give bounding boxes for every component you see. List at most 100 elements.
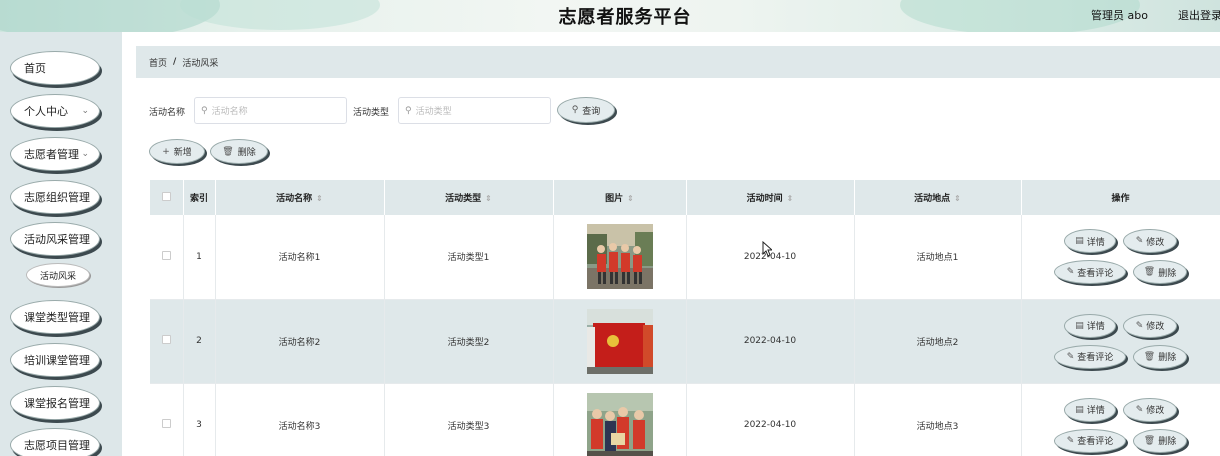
sidebar-item-training-class-management[interactable]: 培训课堂管理 [10,343,100,377]
pencil-icon: ✎ [1066,351,1075,362]
comments-label: 查看评论 [1077,268,1114,279]
row-activity-type: 活动类型1 [384,215,554,300]
sidebar-item-label: 活动风采管理 [24,233,90,246]
sidebar-item-class-type-management[interactable]: 课堂类型管理 [10,300,100,334]
detail-label: 详情 [1086,237,1105,248]
search-icon: ⚲ [405,105,412,116]
row-select-cell [150,215,184,300]
comments-label: 查看评论 [1077,437,1114,447]
row-actions: ▤ 详情 ✎ 修改 ✎ 查看评论 🗑 删除 [1021,215,1220,300]
platform-title: 志愿者服务平台 [558,7,692,28]
sidebar-item-label: 培训课堂管理 [24,354,90,367]
edit-label: 修改 [1146,237,1165,248]
row-checkbox[interactable] [161,250,171,260]
sidebar-item-label: 志愿组织管理 [24,191,90,204]
trash-icon: 🗑 [1143,435,1156,446]
row-index: 1 [183,215,216,300]
row-actions: ▤ 详情 ✎ 修改 ✎ 查看评论 🗑 删除 [1021,299,1220,384]
column-header-image[interactable]: 图片 ⇕ [553,180,687,215]
row-activity-place: 活动地点2 [854,299,1022,384]
admin-user-label: 管理员 abo [1091,9,1148,22]
sidebar-item-volunteer-project-management[interactable]: 志愿项目管理 [10,428,100,456]
add-button-label: 新增 [173,148,192,158]
sidebar-item-label: 课堂类型管理 [24,311,90,324]
column-header-time[interactable]: 活动时间 ⇕ [686,180,855,215]
main-content: 首页 / 活动风采 活动名称 ⚲ 活动名称 活动类型 ⚲ 活动类型 ⚲ 查询 +… [122,32,1220,456]
activity-type-input[interactable]: ⚲ 活动类型 [398,97,551,124]
row-delete-button[interactable]: 🗑 删除 [1133,260,1187,285]
table-row: 2 活动名称2 活动类型2 2022-04-10 活动地点2 ▤ 详情 ✎ 修改… [150,299,1220,384]
sidebar-item-label: 课堂报名管理 [24,397,90,410]
edit-button[interactable]: ✎ 修改 [1123,397,1177,422]
column-header-label: 图片 [605,194,624,204]
breadcrumb-home[interactable]: 首页 [149,56,167,69]
activity-name-input[interactable]: ⚲ 活动名称 [194,97,347,124]
sidebar-item-organization-management[interactable]: 志愿组织管理 [10,180,100,214]
column-header-name[interactable]: 活动名称 ⇕ [215,180,385,215]
activity-photo[interactable] [586,308,653,374]
column-header-label: 活动地点 [914,194,951,204]
pencil-icon: ✎ [1066,267,1075,278]
row-index: 2 [183,299,216,384]
row-activity-place: 活动地点1 [854,215,1022,300]
sort-icon: ⇕ [627,194,634,203]
delete-label: 删除 [1158,268,1177,279]
activity-name-placeholder: 活动名称 [211,107,248,117]
edit-button[interactable]: ✎ 修改 [1123,313,1177,338]
column-header-label: 活动名称 [276,194,313,204]
row-checkbox[interactable] [161,419,171,428]
delete-label: 删除 [1158,353,1177,363]
column-header-place[interactable]: 活动地点 ⇕ [854,180,1022,215]
row-activity-time: 2022-04-10 [686,215,855,300]
pencil-icon: ✎ [1135,236,1144,247]
detail-button[interactable]: ▤ 详情 [1064,229,1116,254]
breadcrumb-current: 活动风采 [182,58,219,69]
row-checkbox[interactable] [161,335,171,344]
detail-button[interactable]: ▤ 详情 [1064,313,1116,338]
select-all-cell [150,180,184,215]
sidebar-subitem-activity-showcase[interactable]: 活动风采 [26,263,90,287]
table-header-row: 索引 活动名称 ⇕ 活动类型 ⇕ 图片 ⇕ 活动时间 ⇕ 活动地点 ⇕ 操作 [150,180,1220,215]
sidebar-item-home[interactable]: 首页 [10,51,100,85]
row-image-cell [553,299,687,384]
row-delete-button[interactable]: 🗑 删除 [1133,428,1187,453]
activity-photo[interactable] [586,224,653,290]
row-activity-name: 活动名称2 [215,299,385,384]
detail-button[interactable]: ▤ 详情 [1064,397,1116,422]
pencil-icon: ✎ [1066,435,1075,446]
sidebar-item-personal-center[interactable]: 个人中心 ⌄ [10,94,100,128]
edit-label: 修改 [1146,322,1165,332]
column-header-type[interactable]: 活动类型 ⇕ [384,180,554,215]
trash-icon: 🗑 [1143,267,1156,278]
plus-icon: + [162,146,170,157]
comments-label: 查看评论 [1077,353,1114,363]
row-delete-button[interactable]: 🗑 删除 [1133,344,1187,369]
sidebar-item-class-registration-management[interactable]: 课堂报名管理 [10,386,100,420]
chevron-down-icon: ⌄ [81,106,89,116]
sidebar: 首页 个人中心 ⌄ 志愿者管理 ⌄ 志愿组织管理 活动风采管理 活动风采 课堂类… [0,32,122,456]
query-button-label: 查询 [582,106,601,117]
row-activity-type: 活动类型2 [384,299,554,384]
breadcrumb-separator: / [173,57,177,67]
activity-table: 索引 活动名称 ⇕ 活动类型 ⇕ 图片 ⇕ 活动时间 ⇕ 活动地点 ⇕ 操作 1 活动名称… [150,180,1220,456]
sort-icon: ⇕ [954,194,961,203]
row-image-cell [553,383,687,456]
view-comments-button[interactable]: ✎ 查看评论 [1054,428,1126,453]
activity-photo[interactable] [586,392,653,456]
sidebar-item-volunteer-management[interactable]: 志愿者管理 ⌄ [10,137,100,171]
breadcrumb: 首页 / 活动风采 [136,46,1220,78]
query-button[interactable]: ⚲ 查询 [557,97,615,123]
sidebar-item-activity-management[interactable]: 活动风采管理 [10,222,100,256]
select-all-checkbox[interactable] [161,191,171,201]
edit-button[interactable]: ✎ 修改 [1123,229,1177,254]
row-activity-time: 2022-04-10 [686,299,855,384]
view-comments-button[interactable]: ✎ 查看评论 [1054,260,1126,285]
sort-icon: ⇕ [485,194,492,203]
mouse-cursor-icon [762,241,772,257]
sidebar-item-label: 首页 [24,62,46,75]
delete-selected-button[interactable]: 🗑 删除 [210,139,268,164]
add-button[interactable]: + 新增 [149,139,205,164]
logout-link[interactable]: 退出登录 [1178,7,1220,23]
view-comments-button[interactable]: ✎ 查看评论 [1054,344,1126,369]
sidebar-item-label: 个人中心 [24,105,68,118]
